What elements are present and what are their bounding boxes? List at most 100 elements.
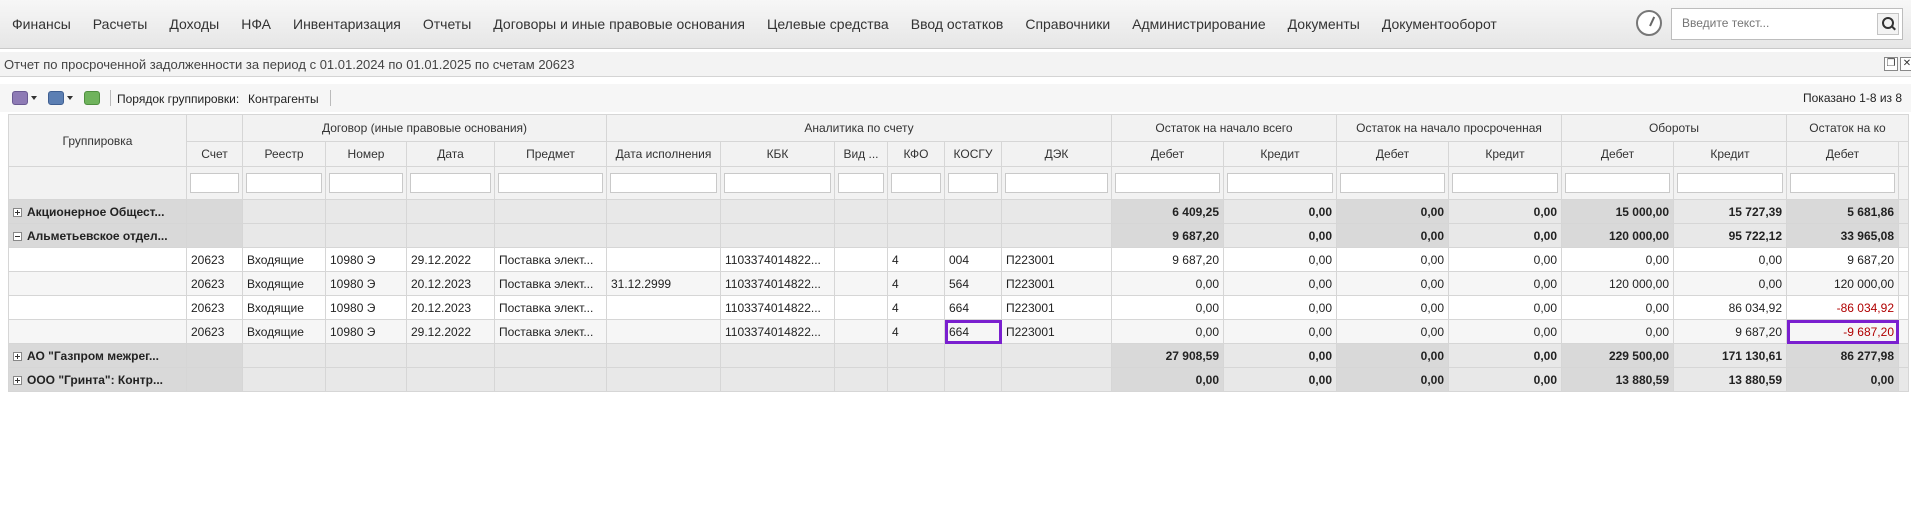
empty-cell <box>887 367 945 392</box>
col-registry[interactable]: Реестр <box>242 141 326 167</box>
grouping-order-label: Порядок группировки: <box>117 92 240 106</box>
column-filter-input[interactable] <box>1115 173 1220 193</box>
close-window-icon[interactable]: ✕ <box>1900 57 1911 71</box>
col-opening-total-debit[interactable]: Дебет <box>1111 141 1224 167</box>
col-opening-overdue-debit[interactable]: Дебет <box>1336 141 1449 167</box>
col-closing-debit[interactable]: Дебет <box>1786 141 1899 167</box>
expand-icon[interactable] <box>13 207 22 217</box>
refresh-button[interactable] <box>84 89 100 107</box>
subject-cell: Поставка элект... <box>494 295 607 320</box>
col-subject[interactable]: Предмет <box>494 141 607 167</box>
account-cell: 20623 <box>186 247 243 272</box>
print-menu-button[interactable] <box>48 89 73 107</box>
col-vid[interactable]: Вид ... <box>834 141 888 167</box>
nav-item[interactable]: Расчеты <box>82 16 159 32</box>
exec-date-cell <box>606 247 721 272</box>
col-number[interactable]: Номер <box>325 141 407 167</box>
amount-cell: 0,00 <box>1448 223 1562 248</box>
col-turnover-debit[interactable]: Дебет <box>1561 141 1674 167</box>
col-turnover-credit[interactable]: Кредит <box>1673 141 1787 167</box>
column-filter-input[interactable] <box>1677 173 1783 193</box>
print-icon <box>48 91 64 105</box>
grouping-order-value[interactable]: Контрагенты <box>248 92 319 106</box>
clock-icon[interactable] <box>1636 10 1662 36</box>
column-filter-input[interactable] <box>948 173 998 193</box>
col-kosgu[interactable]: КОСГУ <box>944 141 1002 167</box>
nav-item[interactable]: Администрирование <box>1121 16 1277 32</box>
date-cell: 20.12.2023 <box>406 295 495 320</box>
amount-cell: 0,00 <box>1111 319 1224 344</box>
grid-toolbar: Порядок группировки: Контрагенты Показан… <box>0 84 1911 112</box>
col-opening-overdue-credit[interactable]: Кредит <box>1448 141 1562 167</box>
col-grouping[interactable]: Группировка <box>8 114 187 167</box>
filter-cell <box>8 166 187 200</box>
nav-item[interactable]: Доходы <box>158 16 230 32</box>
col-account[interactable]: Счет <box>186 141 243 167</box>
nav-item[interactable]: Ввод остатков <box>900 16 1015 32</box>
column-filter-input[interactable] <box>410 173 491 193</box>
column-filter-input[interactable] <box>498 173 603 193</box>
highlighted-kosgu-cell: 664 <box>944 319 1002 344</box>
grid-body: Акционерное Общест... 6 409,25 0,00 0,00 0,0… <box>8 199 1909 392</box>
col-date[interactable]: Дата <box>406 141 495 167</box>
nav-item[interactable]: Документы <box>1277 16 1371 32</box>
detail-row[interactable]: 20623 Входящие 10980 Э 29.12.2022 Поставка э… <box>8 319 1909 344</box>
column-filter-input[interactable] <box>1227 173 1333 193</box>
collapse-icon[interactable] <box>13 231 22 241</box>
search-icon[interactable] <box>1877 13 1899 35</box>
amount-cell: 15 000,00 <box>1561 199 1674 224</box>
group-row[interactable]: АО "Газпром межрег... 27 908,59 0,00 0,00 0,… <box>8 343 1909 368</box>
expand-icon[interactable] <box>13 351 22 361</box>
filter-cell <box>1001 166 1112 200</box>
column-filter-input[interactable] <box>1340 173 1445 193</box>
nav-item[interactable]: Инвентаризация <box>282 16 412 32</box>
nav-item[interactable]: Финансы <box>0 16 82 32</box>
column-filter-input[interactable] <box>891 173 941 193</box>
group-row[interactable]: Альметьевское отдел... 9 687,20 0,00 0,00 0,… <box>8 223 1909 248</box>
column-filter-input[interactable] <box>190 173 239 193</box>
column-filter-input[interactable] <box>1005 173 1108 193</box>
empty-cell <box>720 367 835 392</box>
empty-cell <box>1898 271 1909 296</box>
detail-row[interactable]: 20623 Входящие 10980 Э 29.12.2022 Поставка э… <box>8 247 1909 272</box>
column-filter-input[interactable] <box>838 173 884 193</box>
nav-item[interactable]: Отчеты <box>412 16 482 32</box>
column-filter-input[interactable] <box>724 173 831 193</box>
nav-item[interactable]: Справочники <box>1014 16 1121 32</box>
detail-row[interactable]: 20623 Входящие 10980 Э 20.12.2023 Поставка э… <box>8 295 1909 320</box>
column-filter-input[interactable] <box>329 173 403 193</box>
group-row[interactable]: ООО "Гринта": Контр... 0,00 0,00 0,00 0,00 13… <box>8 367 1909 392</box>
col-kfo[interactable]: КФО <box>887 141 945 167</box>
amount-cell: 0,00 <box>1448 319 1562 344</box>
filter-cell <box>1448 166 1562 200</box>
col-exec-date[interactable]: Дата исполнения <box>606 141 721 167</box>
col-closing-credit[interactable] <box>1898 141 1909 167</box>
col-kbk[interactable]: КБК <box>720 141 835 167</box>
amount-cell: 0,00 <box>1561 319 1674 344</box>
restore-window-icon[interactable]: ❐ <box>1884 57 1898 71</box>
subject-cell: Поставка элект... <box>494 271 607 296</box>
column-filter-input[interactable] <box>610 173 717 193</box>
nav-item[interactable]: Документооборот <box>1371 16 1508 32</box>
amount-cell: 0,00 <box>1786 367 1899 392</box>
col-opening-total-credit[interactable]: Кредит <box>1223 141 1337 167</box>
empty-cell <box>834 343 888 368</box>
column-filter-input[interactable] <box>1790 173 1895 193</box>
amount-cell: 27 908,59 <box>1111 343 1224 368</box>
filter-cell <box>1561 166 1674 200</box>
expand-icon[interactable] <box>13 375 22 385</box>
column-filter-input[interactable] <box>246 173 322 193</box>
nav-item[interactable]: Договоры и иные правовые основания <box>482 16 756 32</box>
amount-cell: 171 130,61 <box>1673 343 1787 368</box>
detail-row[interactable]: 20623 Входящие 10980 Э 20.12.2023 Поставка э… <box>8 271 1909 296</box>
header-closing: Остаток на ко <box>1786 114 1909 142</box>
amount-cell: 0,00 <box>1336 343 1449 368</box>
group-row[interactable]: Акционерное Общест... 6 409,25 0,00 0,00 0,0… <box>8 199 1909 224</box>
col-dek[interactable]: ДЭК <box>1001 141 1112 167</box>
settings-menu-button[interactable] <box>12 89 37 107</box>
column-filter-input[interactable] <box>1565 173 1670 193</box>
search-input[interactable] <box>1672 9 1882 37</box>
nav-item[interactable]: Целевые средства <box>756 16 900 32</box>
column-filter-input[interactable] <box>1452 173 1558 193</box>
nav-item[interactable]: НФА <box>230 16 282 32</box>
